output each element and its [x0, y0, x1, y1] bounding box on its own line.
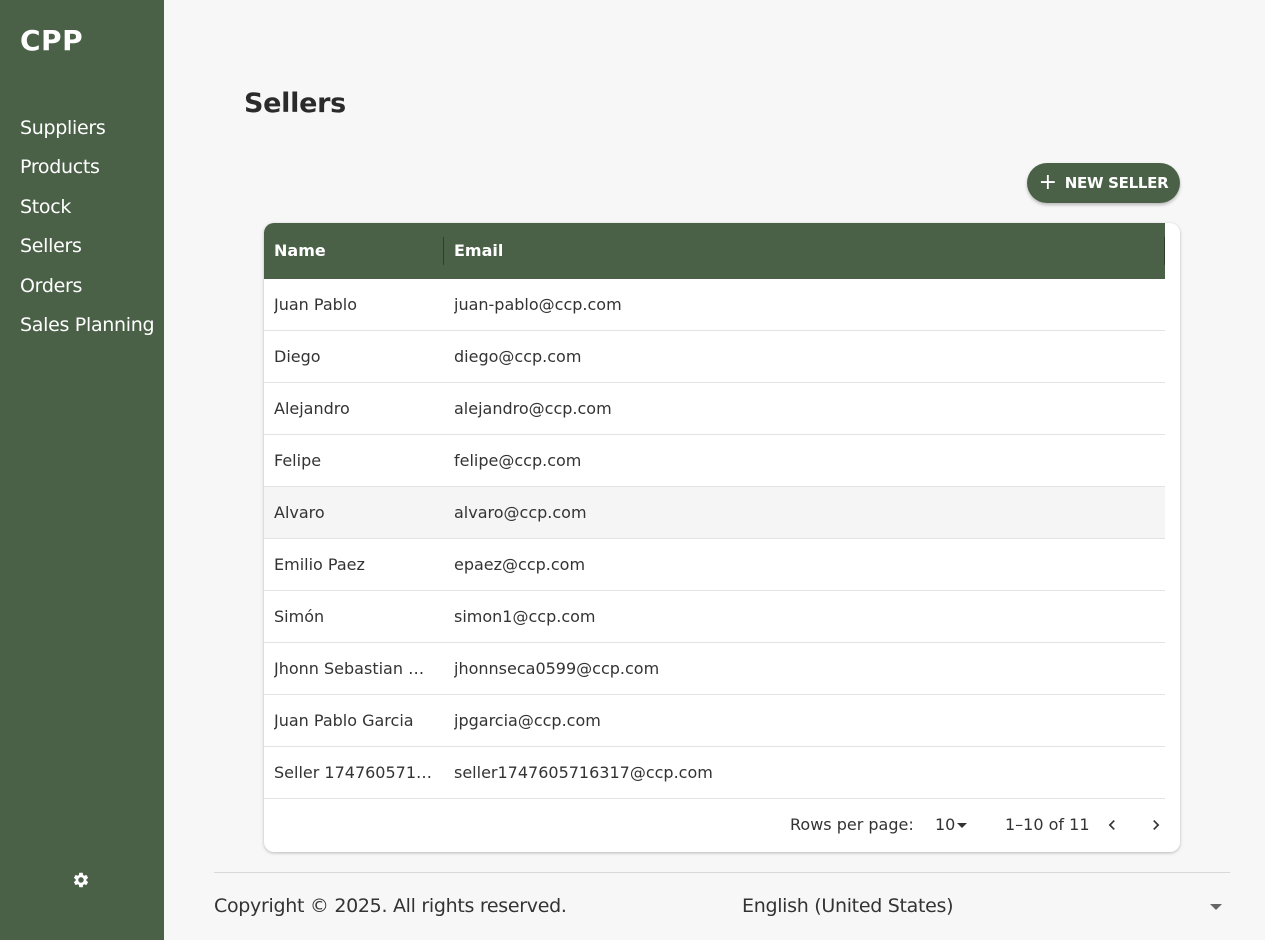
table-row[interactable]: Alvaro alvaro@ccp.com	[264, 487, 1165, 539]
cell-name: Juan Pablo	[274, 295, 358, 314]
cell-email: diego@ccp.com	[454, 347, 582, 366]
footer-divider	[214, 872, 1230, 873]
cell-email: jpgarcia@ccp.com	[454, 711, 601, 730]
cell-email: jhonnseca0599@ccp.com	[454, 659, 660, 678]
cell-name: Jhonn Sebastian Ca…	[274, 659, 434, 678]
table-row[interactable]: Emilio Paez epaez@ccp.com	[264, 539, 1165, 591]
caret-down-icon[interactable]	[1210, 904, 1222, 910]
chevron-left-icon	[1108, 820, 1115, 830]
cell-email: simon1@ccp.com	[454, 607, 596, 626]
next-page-button[interactable]	[1146, 815, 1166, 835]
table-row[interactable]: Diego diego@ccp.com	[264, 331, 1165, 383]
cell-name: Alejandro	[274, 399, 350, 418]
cell-name: Seller 1747605716317	[274, 763, 434, 782]
table-pagination: Rows per page: 10 1–10 of 11	[264, 799, 1180, 852]
pagination-range: 1–10 of 11	[1005, 815, 1090, 834]
column-header-email[interactable]: Email	[454, 223, 503, 279]
cell-email: epaez@ccp.com	[454, 555, 586, 574]
copyright-text: Copyright © 2025. All rights reserved.	[214, 895, 567, 917]
cell-name: Juan Pablo Garcia	[274, 711, 414, 730]
cell-name: Simón	[274, 607, 325, 626]
table-row[interactable]: Jhonn Sebastian Ca… jhonnseca0599@ccp.co…	[264, 643, 1165, 695]
chevron-right-icon	[1153, 820, 1160, 830]
sidebar-item-sellers[interactable]: Sellers	[20, 227, 154, 266]
column-separator[interactable]	[1164, 237, 1165, 265]
rows-per-page-value: 10	[935, 815, 956, 834]
caret-down-icon	[957, 823, 968, 828]
table-body: Juan Pablo juan-pablo@ccp.com Diego dieg…	[264, 279, 1165, 799]
sidebar-item-stock[interactable]: Stock	[20, 188, 154, 227]
plus-icon: +	[1038, 170, 1057, 195]
cell-name: Emilio Paez	[274, 555, 365, 574]
rows-per-page-label: Rows per page:	[790, 815, 914, 834]
table-header: Name Email	[264, 223, 1165, 279]
new-seller-label: NEW SELLER	[1064, 174, 1169, 192]
page-title: Sellers	[244, 88, 346, 119]
table-row[interactable]: Juan Pablo Garcia jpgarcia@ccp.com	[264, 695, 1165, 747]
table-row[interactable]: Seller 1747605716317 seller1747605716317…	[264, 747, 1165, 799]
main-content: Sellers + NEW SELLER Name Email Juan Pab…	[164, 0, 1265, 940]
table-row[interactable]: Alejandro alejandro@ccp.com	[264, 383, 1165, 435]
sidebar-item-orders[interactable]: Orders	[20, 267, 154, 306]
cell-email: juan-pablo@ccp.com	[454, 295, 622, 314]
new-seller-button[interactable]: + NEW SELLER	[1027, 163, 1180, 203]
cell-name: Felipe	[274, 451, 322, 470]
cell-name: Alvaro	[274, 503, 325, 522]
table-row[interactable]: Juan Pablo juan-pablo@ccp.com	[264, 279, 1165, 331]
language-select[interactable]: English (United States)	[742, 895, 954, 917]
cell-email: felipe@ccp.com	[454, 451, 582, 470]
cell-email: seller1747605716317@ccp.com	[454, 763, 713, 782]
cell-email: alvaro@ccp.com	[454, 503, 587, 522]
cell-email: alejandro@ccp.com	[454, 399, 612, 418]
brand-logo: CPP	[20, 24, 84, 57]
previous-page-button[interactable]	[1102, 815, 1122, 835]
sidebar-item-products[interactable]: Products	[20, 148, 154, 187]
column-separator[interactable]	[443, 237, 444, 265]
gear-icon[interactable]	[72, 871, 90, 889]
sidebar-item-suppliers[interactable]: Suppliers	[20, 109, 154, 148]
sellers-table: Name Email Juan Pablo juan-pablo@ccp.com…	[264, 223, 1180, 852]
table-row[interactable]: Simón simon1@ccp.com	[264, 591, 1165, 643]
sidebar-item-sales-planning[interactable]: Sales Planning	[20, 306, 155, 345]
cell-name: Diego	[274, 347, 321, 366]
sidebar-nav: Suppliers Products Stock Sellers Orders …	[20, 109, 155, 345]
sidebar: CPP Suppliers Products Stock Sellers Ord…	[0, 0, 164, 940]
table-row[interactable]: Felipe felipe@ccp.com	[264, 435, 1165, 487]
rows-per-page-select[interactable]: 10	[935, 799, 968, 851]
column-header-name[interactable]: Name	[274, 223, 326, 279]
